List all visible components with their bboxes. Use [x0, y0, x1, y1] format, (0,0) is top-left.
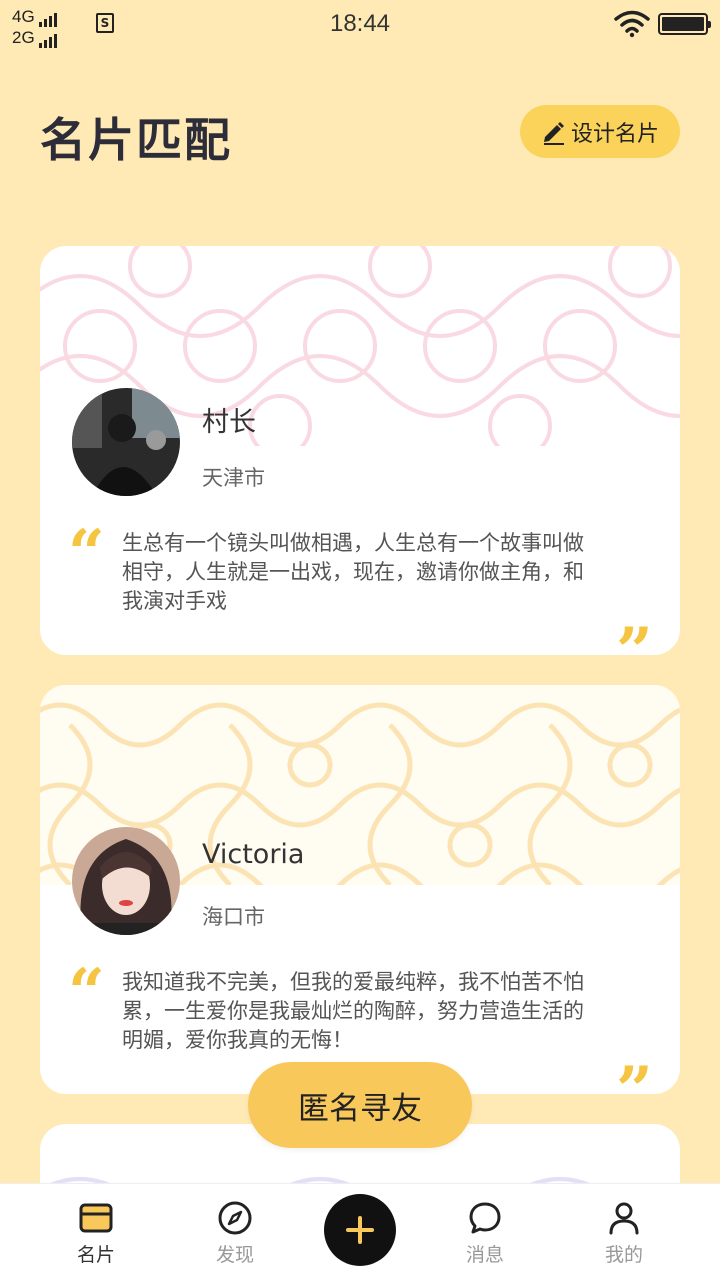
chat-bubble-icon	[469, 1202, 501, 1234]
nav-item-discover[interactable]: 发现	[175, 1184, 295, 1280]
open-quote-icon: “	[68, 516, 105, 591]
design-card-button[interactable]: 设计名片	[520, 105, 680, 158]
business-card[interactable]: 村长 天津市 “ 生总有一个镜头叫做相遇，人生总有一个故事叫做相守，人生就是一出…	[40, 246, 680, 655]
nav-label: 发现	[215, 1244, 254, 1266]
card-icon	[79, 1203, 113, 1233]
nav-label: 我的	[604, 1244, 643, 1266]
nav-label: 名片	[76, 1244, 115, 1266]
card-quote: 我知道我不完美，但我的爱最纯粹，我不怕苦不怕累，一生爱你是我最灿烂的陶醉，努力营…	[122, 970, 584, 1052]
bottom-nav: 名片 发现 消息 我的	[0, 1183, 720, 1280]
card-city: 海口市	[202, 905, 265, 929]
anonymous-friend-button[interactable]: 匿名寻友	[248, 1062, 472, 1148]
nav-label: 消息	[465, 1244, 504, 1266]
card-city: 天津市	[202, 466, 265, 490]
nav-item-card[interactable]: 名片	[36, 1184, 156, 1280]
wifi-icon	[614, 10, 650, 38]
avatar[interactable]	[72, 827, 180, 935]
card-name: Victoria	[202, 839, 305, 870]
status-time: 18:44	[329, 10, 391, 37]
business-card[interactable]: Victoria 海口市 “ 我知道我不完美，但我的爱最纯粹，我不怕苦不怕累，一…	[40, 685, 680, 1094]
close-quote-icon: ”	[616, 614, 653, 656]
nav-item-profile[interactable]: 我的	[564, 1184, 684, 1280]
card-name: 村长	[202, 407, 256, 438]
add-button[interactable]	[324, 1194, 396, 1266]
page-title: 名片匹配	[40, 113, 232, 167]
design-card-label: 设计名片	[570, 121, 659, 147]
card-quote: 生总有一个镜头叫做相遇，人生总有一个故事叫做相守，人生就是一出戏，现在，邀请你做…	[122, 531, 584, 613]
person-icon	[609, 1202, 639, 1235]
status-bar: 4G 2G S 18:44	[0, 0, 720, 52]
close-quote-icon: ”	[616, 1053, 653, 1095]
open-quote-icon: “	[68, 955, 105, 1030]
avatar[interactable]	[72, 388, 180, 496]
pencil-icon	[543, 121, 564, 145]
compass-icon	[218, 1201, 252, 1235]
nav-item-messages[interactable]: 消息	[425, 1184, 545, 1280]
plus-icon	[346, 1216, 374, 1244]
battery-icon	[658, 13, 711, 35]
